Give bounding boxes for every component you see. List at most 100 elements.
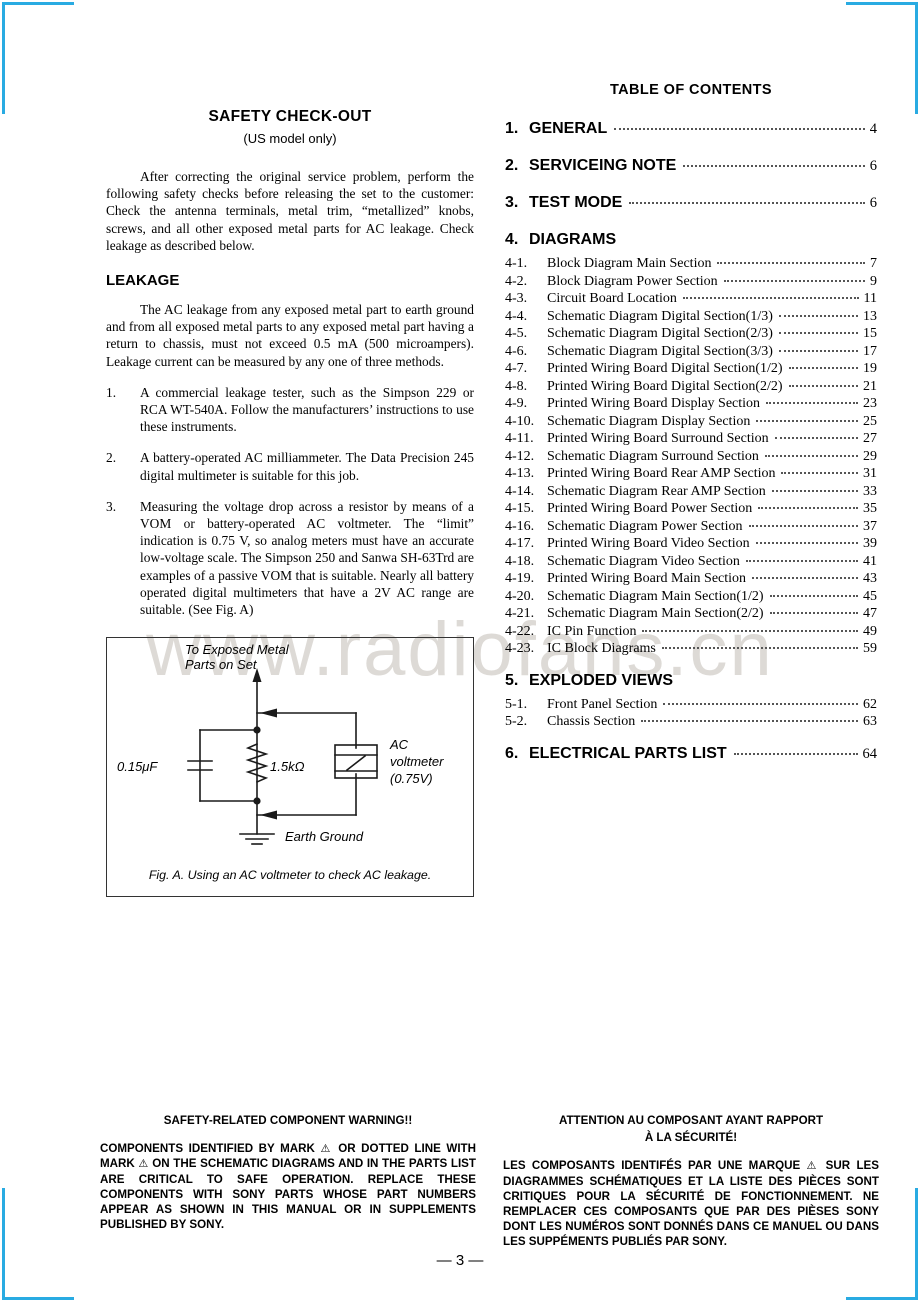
toc-entry-label: TEST MODE [529, 194, 623, 211]
toc-exploded-sublist: 5-1. Front Panel Section 62 5-2. Chassis Sec… [505, 696, 877, 731]
safety-warning-french: ATTENTION AU COMPOSANT AYANT RAPPORT À L… [503, 1113, 879, 1250]
toc-entry-label: GENERAL [529, 120, 608, 137]
toc-leader-dots [778, 349, 858, 352]
toc-subentry-diagram[interactable]: 4-2. Block Diagram Power Section 9 [505, 273, 877, 290]
toc-subentry-diagram[interactable]: 4-7. Printed Wiring Board Digital Section… [505, 360, 877, 377]
toc-entry-test-mode[interactable]: 3. TEST MODE 6 [505, 194, 877, 212]
toc-leader-dots [764, 454, 858, 457]
figure-resistor-label: 1.5kΩ [270, 759, 305, 774]
list-item-text: A commercial leakage tester, such as the… [140, 384, 474, 435]
toc-subentry-number: 4-3. [505, 291, 528, 306]
toc-subentry-diagram[interactable]: 4-15. Printed Wiring Board Power Section 3… [505, 500, 877, 517]
toc-subentry-number: 4-4. [505, 308, 528, 324]
toc-entry-page: 6 [869, 158, 877, 174]
toc-entry-label: DIAGRAMS [529, 231, 617, 248]
toc-spacer [505, 658, 877, 672]
toc-subentry-diagram[interactable]: 4-13. Printed Wiring Board Rear AMP Secti… [505, 465, 877, 482]
toc-title: TABLE OF CONTENTS [610, 82, 772, 98]
toc-subentry-diagram[interactable]: 4-8. Printed Wiring Board Digital Section… [505, 378, 877, 395]
toc-entry-label: SERVICEING NOTE [529, 157, 677, 174]
toc-subentry-label: Schematic Diagram Digital Section(2/3) [547, 326, 773, 341]
toc-subentry-number: 4-14. [505, 483, 535, 499]
toc-leader-dots [769, 594, 858, 597]
toc-entry-number: 6. [505, 744, 519, 762]
toc-subentry-page: 47 [863, 606, 877, 621]
toc-subentry-number: 4-22. [505, 623, 535, 639]
toc-subentry-number: 4-1. [505, 256, 528, 271]
toc-leader-dots [756, 419, 858, 422]
safety-warning-french-body: LES COMPOSANTS IDENTIFÉS PAR UNE MARQUE … [503, 1158, 879, 1249]
toc-subentry-diagram[interactable]: 4-4. Schematic Diagram Digital Section(1/… [505, 308, 877, 325]
toc-subentry-label: Schematic Diagram Display Section [547, 413, 751, 429]
toc-leader-dots [766, 402, 858, 404]
toc-subentry-number: 4-17. [505, 536, 535, 551]
toc-subentry-number: 4-13. [505, 466, 535, 481]
toc-leader-dots [641, 720, 858, 722]
warning-text-part-3: ON THE SCHEMATIC DIAGRAMS AND IN THE PAR… [100, 1157, 477, 1232]
leakage-heading: LEAKAGE [106, 272, 180, 290]
safety-warning-english-body: COMPONENTS IDENTIFIED BY MARK ⚠ OR DOTTE… [100, 1141, 476, 1232]
warning-triangle-icon: ⚠ [138, 1157, 149, 1171]
toc-subentry-diagram[interactable]: 4-10. Schematic Diagram Display Section 25 [505, 413, 877, 430]
toc-subentry-page: 17 [863, 343, 877, 359]
toc-subentry-label: Schematic Diagram Main Section(2/2) [547, 606, 764, 621]
toc-subentry-label: Chassis Section [547, 714, 636, 729]
toc-subentry-number: 4-15. [505, 501, 535, 516]
toc-subentry-exploded-view[interactable]: 5-1. Front Panel Section 62 [505, 696, 877, 713]
toc-subentry-number: 4-7. [505, 361, 528, 376]
page-number: — 3 — [436, 1252, 484, 1269]
toc-subentry-exploded-view[interactable]: 5-2. Chassis Section 63 [505, 713, 877, 730]
toc-subentry-diagram[interactable]: 4-21. Schematic Diagram Main Section(2/2)… [505, 605, 877, 622]
toc-leader-dots [717, 262, 865, 264]
toc-subentry-page: 43 [863, 571, 877, 586]
toc-subentry-page: 63 [863, 714, 877, 729]
warning-text-part-1: COMPONENTS IDENTIFIED BY MARK [100, 1142, 321, 1156]
toc-subentry-diagram[interactable]: 4-5. Schematic Diagram Digital Section(2/… [505, 325, 877, 342]
toc-subentry-number: 5-1. [505, 696, 528, 712]
toc-leader-dots [682, 297, 859, 299]
toc-leader-dots [752, 577, 858, 579]
safety-warning-english: SAFETY-RELATED COMPONENT WARNING!! COMPO… [100, 1113, 476, 1232]
toc-subentry-diagram[interactable]: 4-20. Schematic Diagram Main Section(1/2)… [505, 588, 877, 605]
toc-leader-dots [663, 702, 858, 705]
toc-entry-label: ELECTRICAL PARTS LIST [529, 744, 727, 762]
toc-subentry-diagram[interactable]: 4-3. Circuit Board Location 11 [505, 290, 877, 307]
toc-subentry-label: Schematic Diagram Digital Section(3/3) [547, 343, 773, 359]
toc-entry-general[interactable]: 1. GENERAL 4 [505, 120, 877, 138]
toc-subentry-diagram[interactable]: 4-16. Schematic Diagram Power Section 37 [505, 518, 877, 535]
toc-subentry-diagram[interactable]: 4-19. Printed Wiring Board Main Section 43 [505, 570, 877, 587]
toc-subentry-diagram[interactable]: 4-14. Schematic Diagram Rear AMP Section 3… [505, 483, 877, 500]
toc-subentry-diagram[interactable]: 4-9. Printed Wiring Board Display Section… [505, 395, 877, 412]
toc-subentry-label: Printed Wiring Board Digital Section(2/2… [547, 378, 783, 394]
toc-entry-servicing-note[interactable]: 2. SERVICEING NOTE 6 [505, 157, 877, 175]
toc-leader-dots [788, 367, 858, 369]
toc-leader-dots [778, 314, 858, 317]
toc-entry-diagrams[interactable]: 4. DIAGRAMS [505, 231, 877, 249]
toc-subentry-diagram[interactable]: 4-23. IC Block Diagrams 59 [505, 640, 877, 657]
safety-warning-english-heading: SAFETY-RELATED COMPONENT WARNING!! [163, 1114, 413, 1127]
toc-leader-dots [748, 524, 858, 527]
toc-subentry-diagram[interactable]: 4-6. Schematic Diagram Digital Section(3/… [505, 343, 877, 360]
toc-subentry-number: 4-6. [505, 343, 528, 359]
toc-subentry-page: 39 [863, 536, 877, 551]
toc-subentry-page: 7 [870, 256, 877, 271]
toc-subentry-diagram[interactable]: 4-1. Block Diagram Main Section 7 [505, 255, 877, 272]
toc-leader-dots [661, 647, 858, 649]
toc-subentry-diagram[interactable]: 4-11. Printed Wiring Board Surround Secti… [505, 430, 877, 447]
leakage-intro-paragraph: The AC leakage from any exposed metal pa… [106, 302, 474, 369]
figure-meter-label-line1: AC [389, 737, 409, 752]
toc-entry-electrical-parts-list[interactable]: 6. ELECTRICAL PARTS LIST 64 [505, 745, 877, 763]
toc-subentry-label: Printed Wiring Board Rear AMP Section [547, 466, 776, 481]
toc-leader-dots [642, 629, 858, 632]
toc-subentry-number: 4-11. [505, 431, 534, 446]
toc-leader-dots [769, 612, 858, 614]
toc-subentry-diagram[interactable]: 4-17. Printed Wiring Board Video Section 3… [505, 535, 877, 552]
toc-subentry-diagram[interactable]: 4-18. Schematic Diagram Video Section 41 [505, 553, 877, 570]
toc-subentry-page: 62 [863, 696, 877, 712]
toc-subentry-diagram[interactable]: 4-12. Schematic Diagram Surround Section 2… [505, 448, 877, 465]
warning-text-part-2: SUR LES DIAGRAMMES SCHÉMATIQUES ET LA LI… [503, 1159, 879, 1249]
toc-subentry-diagram[interactable]: 4-22. IC Pin Function 49 [505, 623, 877, 640]
list-item-number: 2. [106, 450, 117, 466]
toc-entry-number: 1. [505, 120, 519, 137]
toc-entry-exploded-views[interactable]: 5. EXPLODED VIEWS [505, 672, 877, 690]
